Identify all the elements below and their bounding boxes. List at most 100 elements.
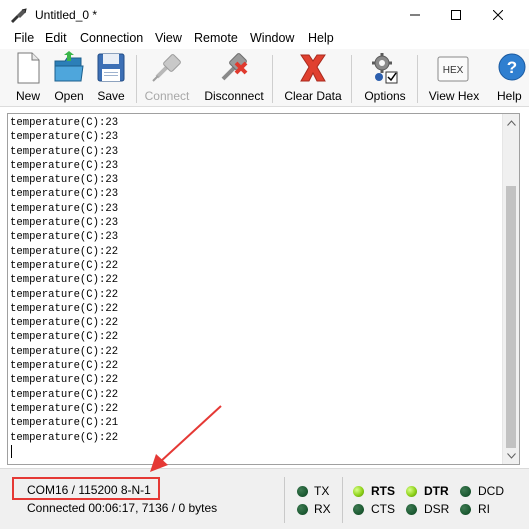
menu-remote[interactable]: Remote <box>194 31 238 45</box>
chevron-down-icon <box>507 452 516 459</box>
terminal-line: temperature(C):23 <box>10 217 119 230</box>
disconnect-plug-icon <box>221 53 248 81</box>
save-label: Save <box>97 89 125 103</box>
clear-x-icon <box>300 54 326 82</box>
menu-window[interactable]: Window <box>250 31 294 45</box>
menu-view[interactable]: View <box>155 31 182 45</box>
connect-label: Connect <box>144 89 190 103</box>
options-label: Options <box>364 89 406 103</box>
toolbar-separator <box>417 55 418 103</box>
new-button[interactable]: New <box>10 51 46 105</box>
scroll-thumb[interactable] <box>506 186 516 448</box>
rts-led[interactable] <box>353 486 364 497</box>
dsr-label: DSR <box>424 502 450 516</box>
chevron-up-icon <box>507 119 516 126</box>
terminal-line: temperature(C):21 <box>10 417 119 430</box>
terminal-line: temperature(C):22 <box>10 331 119 344</box>
tx-led <box>297 486 308 497</box>
hex-icon: HEX <box>437 56 469 82</box>
rx-label: RX <box>314 502 331 516</box>
vertical-scrollbar[interactable] <box>502 114 519 464</box>
open-button[interactable]: Open <box>50 51 88 105</box>
options-button[interactable]: Options <box>358 51 412 105</box>
terminal-output[interactable]: temperature(C):23 temperature(C):23 temper… <box>7 113 520 465</box>
menu-file[interactable]: File <box>14 31 34 45</box>
terminal-line: temperature(C):22 <box>10 431 119 444</box>
dcd-led <box>460 486 471 497</box>
clear-data-label: Clear Data <box>284 89 342 103</box>
save-disk-icon <box>97 53 125 82</box>
plug-icon <box>152 54 181 82</box>
terminal-line: temperature(C):22 <box>10 345 119 358</box>
view-hex-label: View Hex <box>428 89 480 103</box>
maximize-button[interactable] <box>433 0 479 30</box>
terminal-line: temperature(C):22 <box>10 388 119 401</box>
menu-connection[interactable]: Connection <box>80 31 143 45</box>
disconnect-button[interactable]: Disconnect <box>201 51 267 105</box>
terminal-line: temperature(C):22 <box>10 374 119 387</box>
terminal-line: temperature(C):23 <box>10 202 119 215</box>
terminal-line: temperature(C):23 <box>10 159 119 172</box>
minimize-icon <box>410 14 420 16</box>
open-folder-icon <box>54 51 84 82</box>
scroll-down-button[interactable] <box>503 447 519 464</box>
help-label: Help <box>497 89 522 103</box>
tx-label: TX <box>314 484 330 498</box>
terminal-line: temperature(C):23 <box>10 117 119 129</box>
clear-data-button[interactable]: Clear Data <box>280 51 346 105</box>
rx-led <box>297 504 308 515</box>
terminal-line: temperature(C):23 <box>10 131 119 144</box>
rts-label: RTS <box>371 484 395 498</box>
view-hex-button[interactable]: HEX View Hex <box>424 51 484 105</box>
text-cursor <box>11 445 12 458</box>
status-separator <box>342 477 343 523</box>
terminal-line: temperature(C):23 <box>10 145 119 158</box>
dtr-led[interactable] <box>406 486 417 497</box>
help-button[interactable]: ? Help <box>494 51 529 105</box>
toolbar: New Open Save Connect Disconnect Clear D… <box>0 49 529 107</box>
connect-button[interactable]: Connect <box>141 51 193 105</box>
terminal-line: temperature(C):23 <box>10 231 119 244</box>
terminal-line: temperature(C):22 <box>10 259 119 272</box>
app-icon <box>11 8 27 23</box>
close-button[interactable] <box>475 0 521 30</box>
new-file-icon <box>17 52 40 84</box>
toolbar-separator <box>136 55 137 103</box>
title-bar: Untitled_0 * <box>0 0 529 30</box>
menu-bar: File Edit Connection View Remote Window … <box>0 30 529 49</box>
scroll-up-button[interactable] <box>503 114 519 131</box>
dcd-label: DCD <box>478 484 504 498</box>
cts-label: CTS <box>371 502 395 516</box>
terminal-line: temperature(C):22 <box>10 402 119 415</box>
terminal-line: temperature(C):22 <box>10 288 119 301</box>
svg-text:?: ? <box>507 58 517 77</box>
status-separator <box>284 477 285 523</box>
ri-label: RI <box>478 502 490 516</box>
connection-info: Connected 00:06:17, 7136 / 0 bytes <box>27 501 218 515</box>
new-label: New <box>15 89 40 103</box>
terminal-line: temperature(C):22 <box>10 302 119 315</box>
menu-help[interactable]: Help <box>308 31 334 45</box>
cts-led <box>353 504 364 515</box>
toolbar-separator <box>351 55 352 103</box>
dsr-led <box>406 504 417 515</box>
terminal-line: temperature(C):23 <box>10 174 119 187</box>
close-icon <box>493 10 503 20</box>
open-label: Open <box>54 89 84 103</box>
hex-icon-text: HEX <box>443 65 464 76</box>
save-button[interactable]: Save <box>92 51 130 105</box>
terminal-line: temperature(C):23 <box>10 188 119 201</box>
menu-edit[interactable]: Edit <box>45 31 67 45</box>
maximize-icon <box>451 10 461 20</box>
disconnect-label: Disconnect <box>204 89 264 103</box>
terminal-line: temperature(C):22 <box>10 317 119 330</box>
minimize-button[interactable] <box>392 0 438 30</box>
help-icon: ? <box>498 53 526 81</box>
toolbar-separator <box>272 55 273 103</box>
highlight-box <box>12 477 160 500</box>
terminal-line: temperature(C):22 <box>10 245 119 258</box>
dtr-label: DTR <box>424 484 449 498</box>
terminal-line: temperature(C):22 <box>10 360 119 373</box>
gear-icon <box>372 53 398 84</box>
window-title: Untitled_0 * <box>35 8 98 22</box>
